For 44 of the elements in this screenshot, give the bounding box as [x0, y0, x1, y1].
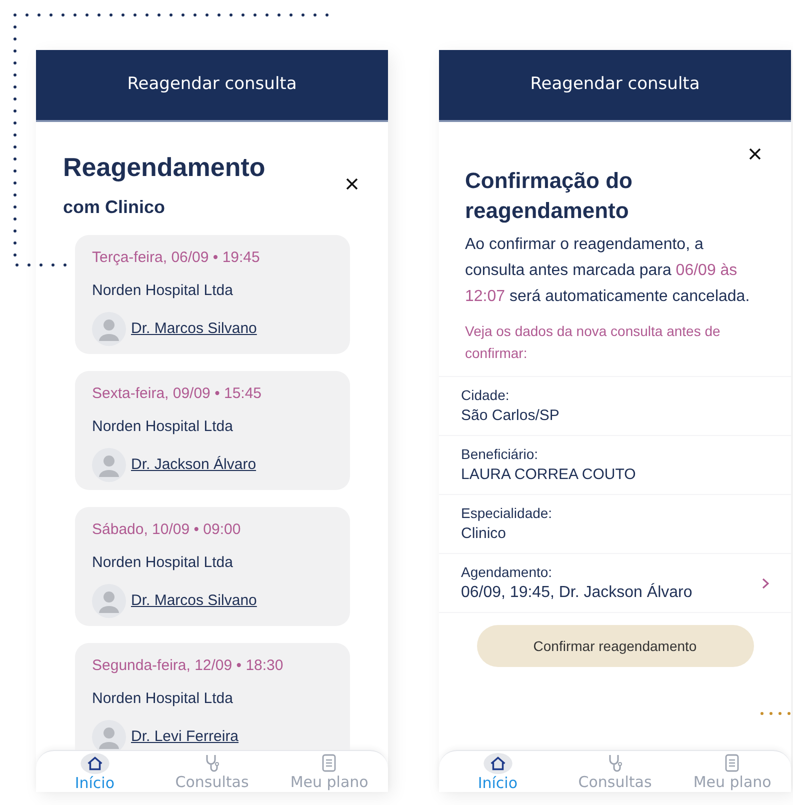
avatar-icon [92, 448, 126, 482]
header-title: Reagendar consulta [127, 73, 297, 96]
page-title: Reagendamento [63, 151, 266, 184]
home-icon [482, 753, 513, 774]
hospital-name: Norden Hospital Ltda [92, 688, 234, 708]
avatar-icon [92, 312, 126, 346]
avatar-icon [92, 584, 126, 618]
detail-value: LAURA CORREA COUTO [461, 465, 636, 485]
detail-label: Cidade: [461, 386, 510, 405]
slot-card[interactable]: Sexta-feira, 09/09 • 15:45 Norden Hospital Ltda Dr. Jackson Álvaro [75, 371, 350, 490]
doctor-link[interactable]: Dr. Jackson Álvaro [131, 454, 256, 476]
chevron-right-icon [762, 578, 769, 588]
detail-label: Especialidade: [461, 504, 552, 523]
doctor-link[interactable]: Dr. Levi Ferreira [131, 726, 239, 748]
document-icon [321, 753, 338, 773]
slot-card[interactable]: Sábado, 10/09 • 09:00 Norden Hospital Ltda Dr. Marcos Silvano [75, 507, 350, 626]
slot-datetime: Segunda-feira, 12/09 • 18:30 [92, 656, 284, 676]
home-icon [80, 753, 110, 774]
detail-row[interactable]: Agendamento: 06/09, 19:45, Dr. Jackson Álvaro [439, 553, 791, 612]
dialog-title: Confirmação do reagendamento [465, 167, 634, 225]
close-icon[interactable] [346, 178, 358, 190]
hospital-name: Norden Hospital Ltda [92, 416, 234, 436]
detail-value: São Carlos/SP [461, 406, 560, 426]
detail-value: Clinico [461, 524, 508, 544]
slot-datetime: Terça-feira, 06/09 • 19:45 [92, 248, 261, 268]
hospital-name: Norden Hospital Ltda [92, 280, 234, 300]
slot-card[interactable]: Terça-feira, 06/09 • 19:45 Norden Hospital Ltda Dr. Marcos Silvano [75, 235, 350, 354]
detail-value: 06/09, 19:45, Dr. Jackson Álvaro [461, 582, 692, 603]
detail-label: Beneficiário: [461, 445, 540, 464]
hospital-name: Norden Hospital Ltda [92, 552, 234, 572]
document-icon [724, 753, 740, 773]
hint-text: Veja os dados da nova consulta antes de confirmar: [465, 322, 722, 363]
slot-datetime: Sábado, 10/09 • 09:00 [92, 520, 242, 540]
header-title: Reagendar consulta [530, 73, 700, 96]
page-subtitle: com Clinico [63, 197, 166, 217]
close-icon[interactable] [749, 148, 761, 160]
confirmation-message: Ao confirmar o reagendamento, a consulta antes marcada para 06/09 às 12:07 será automaticamente cancelada. [465, 235, 751, 307]
confirm-button[interactable]: Confirmar reagendamento [476, 625, 754, 667]
slot-datetime: Sexta-feira, 09/09 • 15:45 [92, 384, 263, 404]
detail-label: Agendamento: [461, 563, 554, 582]
dotted-connector-line [760, 711, 793, 716]
doctor-link[interactable]: Dr. Marcos Silvano [131, 590, 257, 612]
slot-card[interactable]: Segunda-feira, 12/09 • 18:30 Norden Hospital Ltda Dr. Levi Ferreira [75, 643, 350, 750]
doctor-link[interactable]: Dr. Marcos Silvano [131, 318, 257, 340]
